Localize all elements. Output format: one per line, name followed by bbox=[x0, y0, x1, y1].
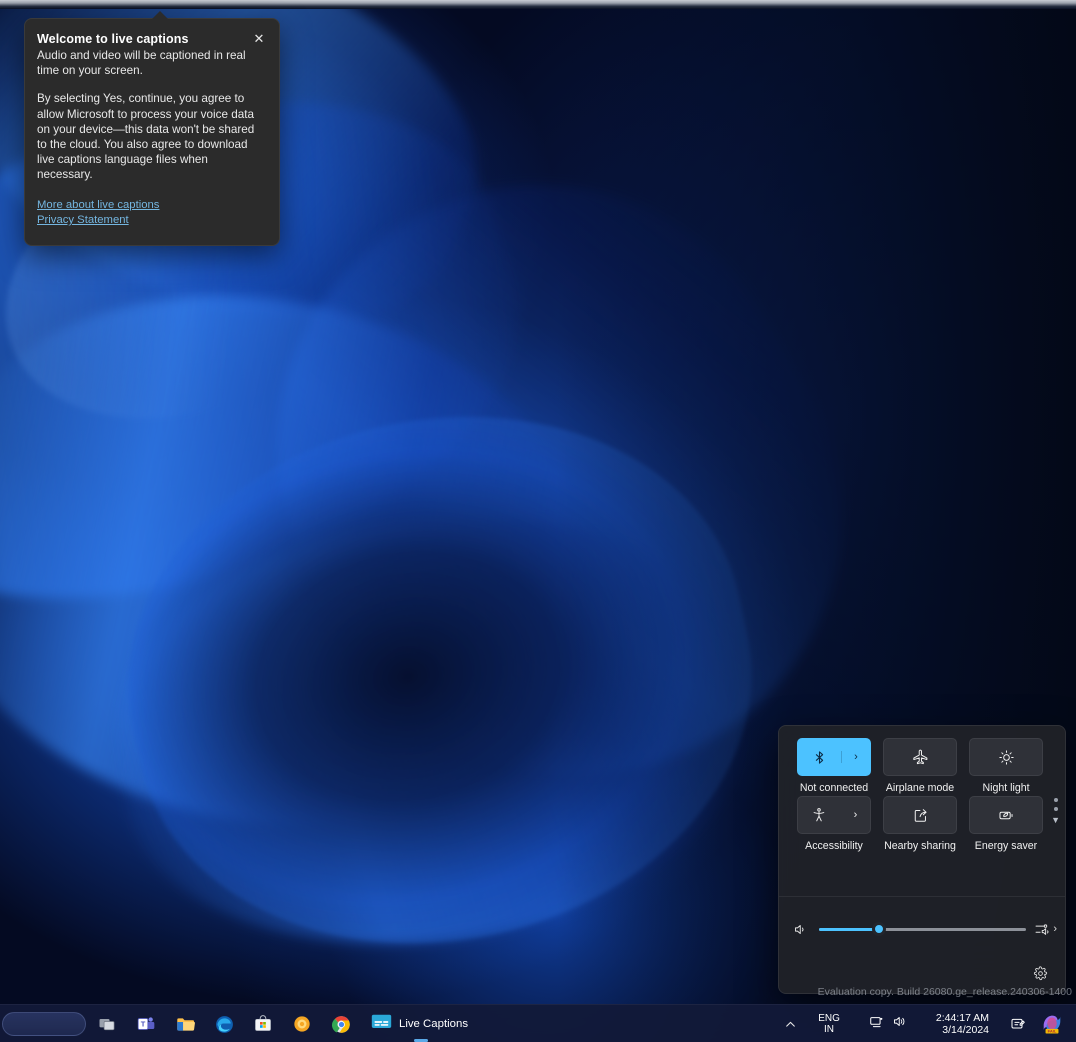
tray-overflow-button[interactable] bbox=[778, 1009, 803, 1039]
airplane-icon bbox=[912, 749, 929, 766]
gear-icon bbox=[1033, 965, 1048, 981]
nearby-sharing-tile-label: Nearby sharing bbox=[884, 840, 956, 852]
notification-button[interactable] bbox=[1004, 1009, 1032, 1039]
browser-orange-icon bbox=[294, 1016, 310, 1032]
night-light-tile[interactable] bbox=[969, 738, 1043, 776]
qs-cell-night-light: Night light bbox=[963, 738, 1049, 794]
dialog-paragraph-1: Audio and video will be captioned in rea… bbox=[37, 49, 246, 78]
notification-bell-icon bbox=[1011, 1018, 1025, 1029]
taskbar-item-teams[interactable]: T bbox=[131, 1009, 161, 1039]
pager-dot[interactable] bbox=[1053, 798, 1058, 802]
volume-slider[interactable] bbox=[819, 920, 1027, 938]
language-indicator[interactable]: ENG IN bbox=[805, 1009, 853, 1039]
desktop-screen: ✕ Welcome to live captions Audio and vid… bbox=[0, 0, 1076, 1042]
slider-thumb[interactable] bbox=[872, 922, 887, 936]
audio-output-control[interactable]: › bbox=[1034, 922, 1057, 937]
energy-saver-tile-label: Energy saver bbox=[974, 840, 1038, 852]
quick-settings-divider bbox=[779, 896, 1065, 897]
taskbar-item-live-captions[interactable]: Live Captions bbox=[365, 1009, 477, 1042]
clock-button[interactable]: 2:44:17 AM 3/14/2024 bbox=[923, 1009, 1002, 1039]
clock-date: 3/14/2024 bbox=[942, 1024, 989, 1036]
svg-text:T: T bbox=[141, 1020, 146, 1029]
more-about-live-captions-link[interactable]: More about live captions bbox=[37, 198, 263, 214]
file-explorer-icon bbox=[176, 1017, 195, 1031]
edge-icon bbox=[215, 1015, 233, 1033]
taskbar-item-edge[interactable] bbox=[209, 1009, 239, 1039]
chevron-right-icon[interactable]: › bbox=[1053, 923, 1057, 935]
privacy-statement-link[interactable]: Privacy Statement bbox=[37, 213, 263, 229]
quick-settings-gear-button[interactable] bbox=[1025, 959, 1055, 987]
volume-icon bbox=[892, 1014, 907, 1034]
nearby-sharing-tile[interactable] bbox=[883, 796, 957, 834]
pager-dot[interactable] bbox=[1053, 807, 1058, 811]
qs-cell-bluetooth: › Not connected bbox=[791, 738, 877, 794]
system-tray: ENG IN 2:44:17 AM 3/14/2024 FAIL bbox=[778, 1005, 1072, 1042]
language-line-1: ENG bbox=[818, 1013, 840, 1024]
dialog-pointer-tail bbox=[151, 11, 169, 20]
accessibility-icon bbox=[798, 807, 841, 823]
microsoft-store-icon bbox=[255, 1015, 271, 1031]
live-captions-icon bbox=[371, 1013, 392, 1035]
qs-cell-accessibility: › Accessibility bbox=[791, 796, 877, 852]
taskbar-icons: T Live Captions bbox=[92, 1005, 477, 1042]
taskbar: T Live Captions ENG IN 2:44:17 AM 3/14/2… bbox=[0, 1004, 1076, 1042]
chevron-right-icon[interactable]: › bbox=[840, 751, 870, 763]
teams-icon: T bbox=[137, 1017, 155, 1030]
airplane-mode-tile-label: Airplane mode bbox=[885, 782, 955, 794]
qs-cell-energy-saver: Energy saver bbox=[963, 796, 1049, 852]
network-volume-group bbox=[861, 1014, 915, 1035]
bluetooth-tile-label: Not connected bbox=[799, 782, 869, 794]
dialog-links: More about live captions Privacy Stateme… bbox=[37, 198, 263, 229]
copilot-icon: FAIL bbox=[1040, 1011, 1066, 1037]
night-light-icon bbox=[998, 749, 1015, 766]
audio-mixer-icon[interactable] bbox=[1034, 922, 1051, 937]
qs-cell-airplane-mode: Airplane mode bbox=[877, 738, 963, 794]
chevron-down-icon[interactable]: ▼ bbox=[1051, 816, 1060, 825]
bluetooth-tile[interactable]: › bbox=[797, 738, 871, 776]
clock-time: 2:44:17 AM bbox=[935, 1012, 989, 1024]
accessibility-tile-label: Accessibility bbox=[805, 840, 863, 852]
quick-settings-flyout: › Not connected Airplane mode Night ligh… bbox=[778, 725, 1066, 994]
live-captions-dialog: ✕ Welcome to live captions Audio and vid… bbox=[24, 11, 280, 246]
network-icon bbox=[869, 1014, 885, 1035]
language-indicator-text: ENG IN bbox=[811, 1013, 847, 1035]
taskbar-item-microsoft-store[interactable] bbox=[248, 1009, 278, 1039]
network-volume-button[interactable] bbox=[855, 1009, 921, 1039]
taskbar-item-browser-orange[interactable] bbox=[287, 1009, 317, 1039]
night-light-tile-label: Night light bbox=[982, 782, 1030, 794]
volume-row: › bbox=[789, 912, 1057, 946]
dialog-paragraph-2: By selecting Yes, continue, you agree to… bbox=[37, 92, 255, 182]
window-top-edge bbox=[0, 0, 1076, 9]
chevron-up-icon bbox=[786, 1021, 796, 1027]
taskbar-item-chrome[interactable] bbox=[326, 1009, 356, 1039]
close-icon[interactable]: ✕ bbox=[247, 27, 271, 51]
evaluation-watermark: Evaluation copy. Build 26080.ge_release.… bbox=[817, 986, 1072, 998]
quick-settings-tiles: › Not connected Airplane mode Night ligh… bbox=[789, 738, 1055, 852]
accessibility-tile[interactable]: › bbox=[797, 796, 871, 834]
chrome-icon bbox=[331, 1015, 350, 1033]
language-line-2: IN bbox=[824, 1024, 835, 1035]
bluetooth-icon bbox=[798, 750, 841, 765]
qs-cell-nearby-sharing: Nearby sharing bbox=[877, 796, 963, 852]
svg-text:FAIL: FAIL bbox=[1048, 1029, 1057, 1034]
nearby-sharing-icon bbox=[912, 807, 929, 824]
taskbar-item-task-view[interactable] bbox=[92, 1009, 122, 1039]
task-view-icon bbox=[99, 1019, 115, 1031]
live-captions-label: Live Captions bbox=[399, 1018, 469, 1030]
chevron-right-icon[interactable]: › bbox=[841, 809, 870, 821]
search-input[interactable] bbox=[2, 1012, 86, 1036]
taskbar-item-file-explorer[interactable] bbox=[170, 1009, 200, 1039]
speaker-icon[interactable] bbox=[789, 922, 811, 937]
tray-app-button[interactable]: FAIL bbox=[1034, 1009, 1072, 1039]
energy-saver-tile[interactable] bbox=[969, 796, 1043, 834]
clock: 2:44:17 AM 3/14/2024 bbox=[929, 1012, 996, 1036]
slider-fill bbox=[819, 927, 880, 931]
dialog-title: Welcome to live captions bbox=[37, 32, 189, 46]
quick-settings-pager: ▼ bbox=[1051, 798, 1060, 825]
energy-saver-icon bbox=[998, 807, 1015, 824]
airplane-mode-tile[interactable] bbox=[883, 738, 957, 776]
